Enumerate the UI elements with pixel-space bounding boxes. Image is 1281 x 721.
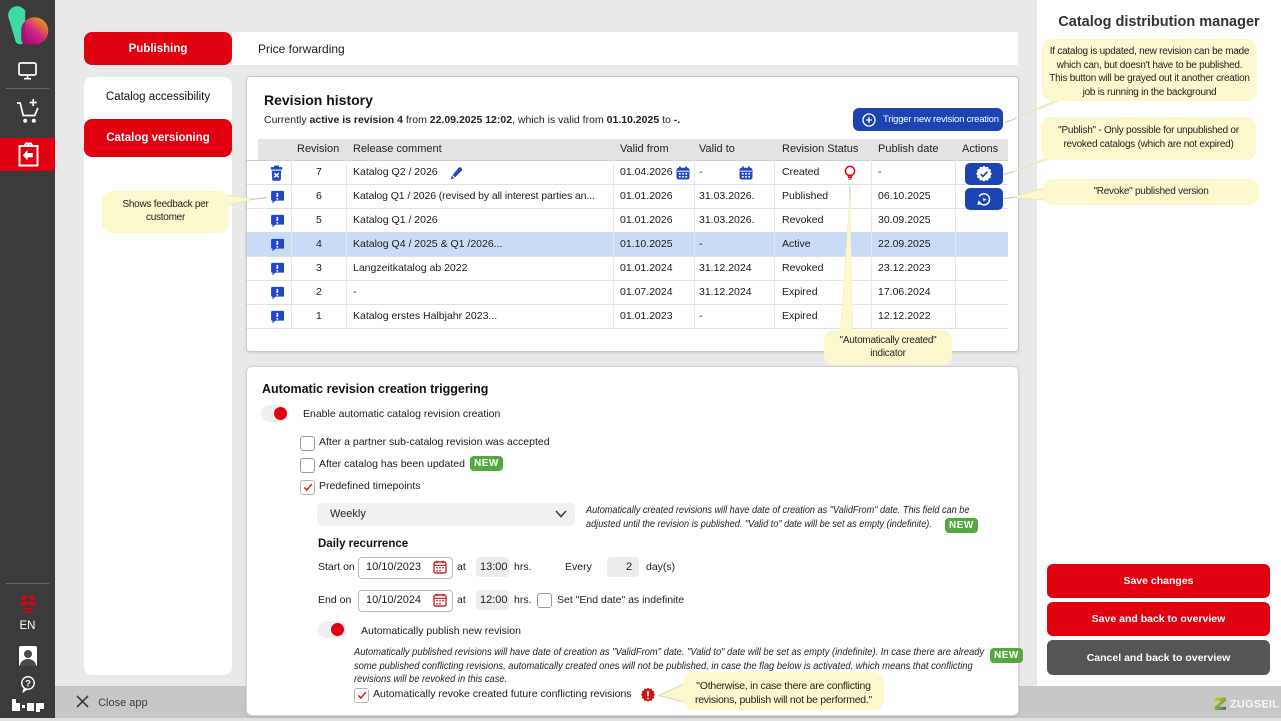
svg-text:ZUGSEIL: ZUGSEIL <box>1230 699 1279 711</box>
svg-text:?: ? <box>25 678 31 689</box>
